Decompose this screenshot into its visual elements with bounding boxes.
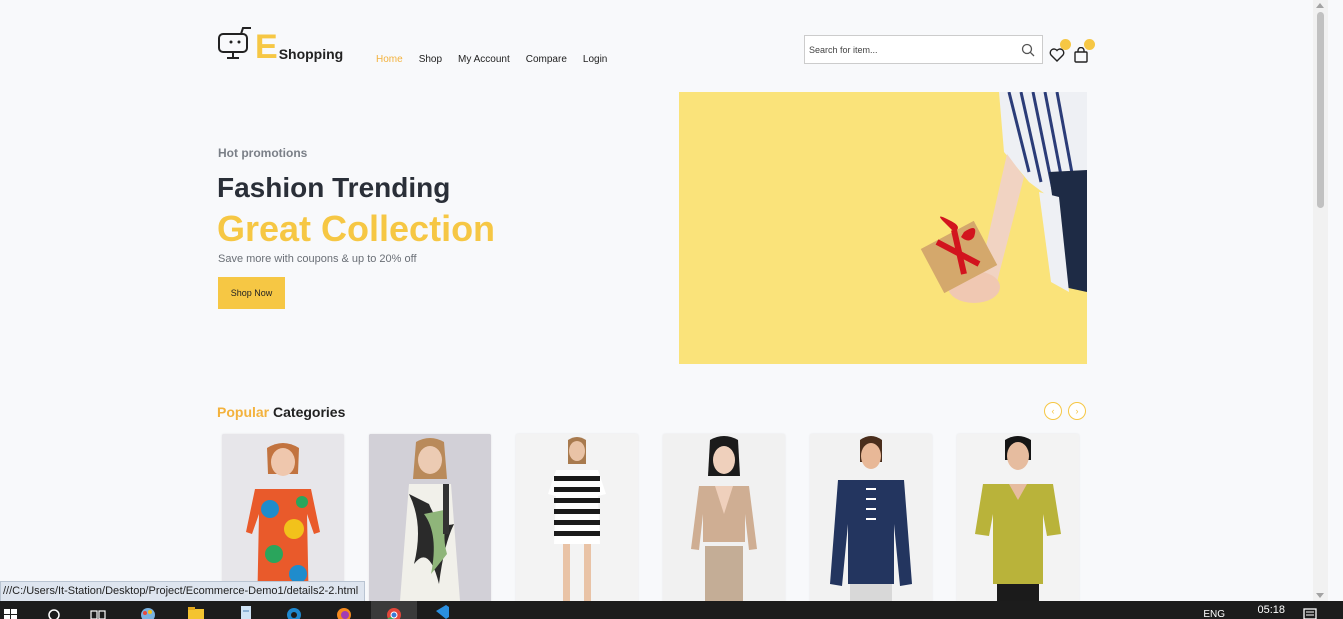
gift-hand-illustration bbox=[679, 92, 1087, 364]
browser-page: E Shopping Home Shop My Account Compare … bbox=[0, 0, 1328, 601]
nav-shop[interactable]: Shop bbox=[419, 54, 442, 65]
product-image bbox=[516, 434, 638, 601]
chevron-right-icon: › bbox=[1075, 406, 1079, 416]
chrome-icon bbox=[387, 608, 401, 619]
shop-now-button[interactable]: Shop Now bbox=[218, 277, 285, 309]
nav-my-account[interactable]: My Account bbox=[458, 54, 510, 65]
hero-eyebrow: Hot promotions bbox=[218, 146, 308, 160]
categories-next-button[interactable]: › bbox=[1068, 402, 1086, 420]
category-card-palm-print-dress[interactable] bbox=[369, 434, 491, 601]
main-nav: Home Shop My Account Compare Login bbox=[376, 54, 607, 65]
search-icon[interactable] bbox=[1021, 43, 1035, 57]
status-url: ///C:/Users/It-Station/Desktop/Project/E… bbox=[0, 581, 366, 601]
categories-prev-button[interactable]: ‹ bbox=[1044, 402, 1062, 420]
logo-letter: E bbox=[255, 28, 278, 66]
categories-title-rest: Categories bbox=[273, 404, 346, 420]
cart-badge bbox=[1084, 39, 1095, 50]
scroll-thumb[interactable] bbox=[1317, 12, 1324, 208]
search-box bbox=[804, 35, 1043, 64]
logo[interactable]: E Shopping bbox=[217, 26, 344, 66]
category-card-floral-dress[interactable] bbox=[222, 434, 344, 601]
hero-highlight: Great Collection bbox=[217, 208, 496, 249]
firefox-icon[interactable] bbox=[334, 603, 354, 619]
nav-home[interactable]: Home bbox=[376, 54, 403, 65]
cart-button[interactable] bbox=[1073, 39, 1095, 63]
chrome-taskbar-active[interactable] bbox=[371, 601, 417, 619]
search-input[interactable] bbox=[805, 43, 1021, 56]
scroll-down-arrow-icon[interactable] bbox=[1316, 593, 1324, 598]
category-card-striped-dress[interactable] bbox=[516, 434, 638, 601]
vscode-icon[interactable] bbox=[432, 603, 452, 619]
paint-app-icon[interactable] bbox=[138, 603, 158, 619]
nav-login[interactable]: Login bbox=[583, 54, 607, 65]
task-view-icon[interactable] bbox=[88, 603, 108, 619]
notepad-icon[interactable] bbox=[236, 603, 256, 619]
wishlist-badge bbox=[1060, 39, 1071, 50]
product-image bbox=[810, 434, 932, 601]
chevron-left-icon: ‹ bbox=[1051, 406, 1055, 416]
nav-compare[interactable]: Compare bbox=[526, 54, 567, 65]
scroll-up-arrow-icon[interactable] bbox=[1316, 3, 1324, 8]
categories-title: Popular Categories bbox=[217, 404, 345, 420]
search-taskbar-icon[interactable] bbox=[44, 603, 64, 619]
hero-subtitle: Save more with coupons & up to 20% off bbox=[218, 253, 417, 265]
hero-image bbox=[679, 92, 1087, 364]
wishlist-button[interactable] bbox=[1049, 39, 1071, 63]
category-card-denim-jacket[interactable] bbox=[810, 434, 932, 601]
windows-start-icon[interactable] bbox=[2, 603, 22, 619]
cart-logo-icon bbox=[218, 27, 251, 59]
product-image bbox=[222, 434, 344, 601]
logo-word: Shopping bbox=[278, 46, 344, 62]
edge-browser-icon[interactable] bbox=[284, 603, 304, 619]
category-card-polo-shirt[interactable] bbox=[957, 434, 1079, 601]
category-carousel bbox=[222, 434, 1079, 601]
category-card-knit-cardigan-set[interactable] bbox=[663, 434, 785, 601]
hero-title: Fashion Trending bbox=[217, 172, 451, 203]
notification-center-icon[interactable] bbox=[1300, 603, 1320, 619]
vertical-scrollbar[interactable] bbox=[1313, 0, 1328, 601]
product-image bbox=[663, 434, 785, 601]
file-explorer-icon[interactable] bbox=[186, 603, 206, 619]
product-image bbox=[957, 434, 1079, 601]
taskbar-clock[interactable]: 05:18 bbox=[1257, 604, 1285, 616]
categories-title-highlight: Popular bbox=[217, 404, 270, 420]
windows-taskbar: ENG 05:18 bbox=[0, 601, 1343, 619]
product-image bbox=[369, 434, 491, 601]
language-indicator[interactable]: ENG bbox=[1203, 609, 1225, 619]
